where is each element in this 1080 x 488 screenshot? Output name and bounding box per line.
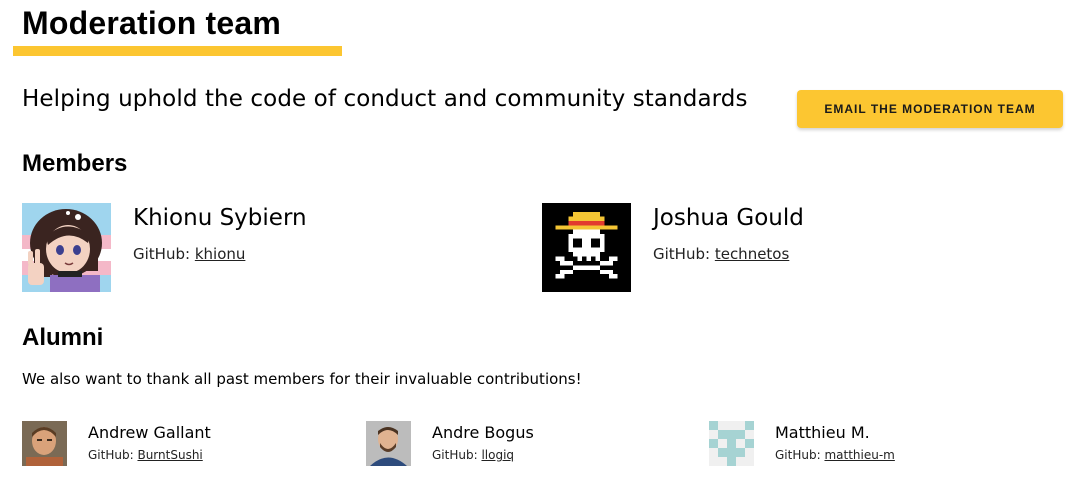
alumni-card: Andrew Gallant GitHub: BurntSushi <box>22 421 322 467</box>
github-link[interactable]: technetos <box>715 245 789 263</box>
github-label: GitHub: <box>653 245 711 263</box>
alumni-github: GitHub: BurntSushi <box>88 447 203 464</box>
photo-avatar <box>22 421 67 466</box>
alumni-card: Matthieu M. GitHub: matthieu-m <box>709 421 1009 467</box>
member-github: GitHub: khionu <box>133 244 245 264</box>
pirate-skull-avatar <box>542 203 631 292</box>
email-moderation-team-button[interactable]: EMAIL THE MODERATION TEAM <box>797 90 1063 128</box>
alumni-name: Matthieu M. <box>775 423 870 442</box>
github-label: GitHub: <box>432 448 478 462</box>
members-heading: Members <box>22 150 128 177</box>
github-label: GitHub: <box>775 448 821 462</box>
github-link[interactable]: BurntSushi <box>137 448 202 462</box>
alumni-heading: Alumni <box>22 324 104 351</box>
github-link[interactable]: matthieu-m <box>824 448 894 462</box>
alumni-name: Andrew Gallant <box>88 423 211 442</box>
member-name: Joshua Gould <box>653 205 804 231</box>
github-link[interactable]: khionu <box>195 245 246 263</box>
page-subtitle: Helping uphold the code of conduct and c… <box>22 86 748 112</box>
github-label: GitHub: <box>88 448 134 462</box>
page-title: Moderation team <box>22 5 282 41</box>
alumni-intro: We also want to thank all past members f… <box>22 370 582 388</box>
member-github: GitHub: technetos <box>653 244 789 264</box>
github-link[interactable]: llogiq <box>481 448 514 462</box>
title-underline <box>13 46 342 56</box>
anime-portrait-avatar <box>22 203 111 292</box>
alumni-github: GitHub: llogiq <box>432 447 514 464</box>
member-card: Khionu Sybiern GitHub: khionu <box>22 203 502 293</box>
member-name: Khionu Sybiern <box>133 205 307 231</box>
alumni-card: Andre Bogus GitHub: llogiq <box>366 421 666 467</box>
identicon-avatar <box>709 421 754 466</box>
alumni-github: GitHub: matthieu-m <box>775 447 895 464</box>
alumni-name: Andre Bogus <box>432 423 534 442</box>
photo-avatar <box>366 421 411 466</box>
github-label: GitHub: <box>133 245 191 263</box>
member-card: Joshua Gould GitHub: technetos <box>542 203 1022 293</box>
